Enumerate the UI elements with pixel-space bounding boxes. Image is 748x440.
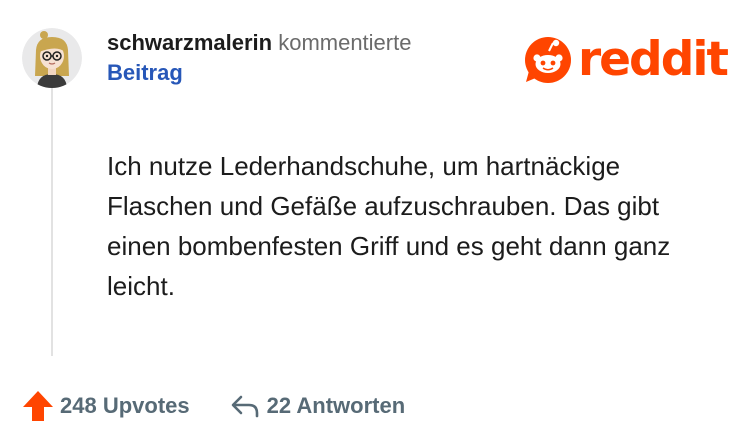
reddit-snoo-icon	[525, 37, 571, 83]
comment-card: schwarzmalerin kommentierte Beitrag redd…	[0, 0, 748, 440]
upvote-count: 248 Upvotes	[60, 393, 190, 418]
upvote-arrow-icon	[23, 391, 53, 421]
reddit-logo[interactable]: reddit	[523, 32, 729, 88]
avatar[interactable]	[22, 28, 82, 88]
comment-body: Ich nutze Lederhandschuhe, um hartnäckig…	[107, 151, 671, 301]
reply-arrow-icon	[231, 395, 258, 418]
thread-line	[51, 84, 53, 356]
user-avatar-icon	[22, 28, 82, 88]
reddit-wordmark: reddit	[578, 32, 729, 87]
reply-button[interactable]: 22 Antworten	[230, 391, 406, 421]
username-link[interactable]: schwarzmalerin	[107, 30, 272, 55]
reply-count: 22 Antworten	[266, 393, 406, 418]
comment-header: schwarzmalerin kommentierte Beitrag	[107, 28, 411, 88]
comment-footer: 248 Upvotes 22 Antworten	[22, 387, 405, 425]
action-text: kommentierte	[278, 30, 412, 55]
post-link[interactable]: Beitrag	[107, 58, 411, 88]
upvote-button[interactable]: 248 Upvotes	[22, 389, 190, 423]
